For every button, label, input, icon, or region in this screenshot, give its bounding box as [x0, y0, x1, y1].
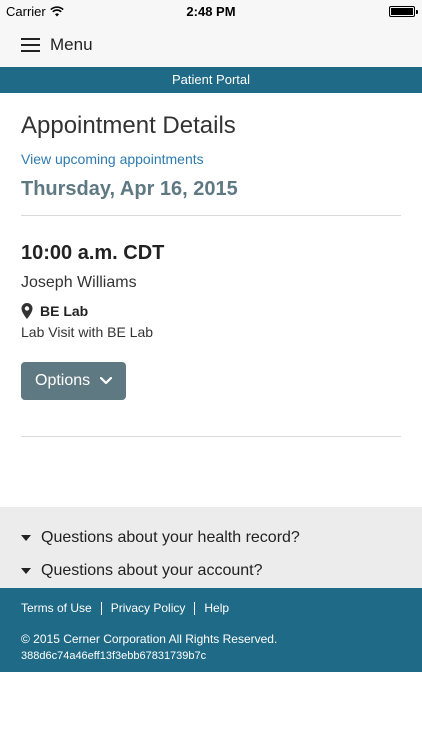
nav-bar: Menu [0, 22, 422, 67]
chevron-down-icon [100, 377, 113, 385]
main-content: Appointment Details View upcoming appoin… [0, 112, 422, 437]
map-pin-icon [21, 303, 33, 319]
options-button[interactable]: Options [21, 362, 127, 400]
status-bar: Carrier 2:48 PM [0, 0, 422, 22]
faq-section: Questions about your health record? Ques… [0, 507, 422, 588]
link-separator [100, 601, 102, 615]
portal-banner: Patient Portal [0, 67, 422, 93]
appointment-time: 10:00 a.m. CDT [21, 242, 165, 264]
build-id: 388d6c74a46eff13f3ebb67831739b7c [21, 650, 207, 662]
view-upcoming-appointments-link[interactable]: View upcoming appointments [21, 151, 401, 167]
visit-type: Lab Visit with BE Lab [21, 324, 154, 340]
copyright-text: © 2015 Cerner Corporation All Rights Res… [21, 632, 278, 646]
faq-label: Questions about your health record? [41, 528, 300, 546]
caret-down-icon [21, 567, 31, 574]
status-time: 2:48 PM [186, 4, 236, 19]
battery-icon [389, 6, 418, 17]
faq-label: Questions about your account? [41, 561, 263, 579]
terms-of-use-link[interactable]: Terms of Use [21, 601, 92, 615]
provider-name: Joseph Williams [21, 274, 137, 291]
options-label: Options [35, 372, 91, 389]
location-name: BE Lab [40, 303, 89, 319]
hamburger-menu-icon[interactable] [21, 37, 40, 52]
faq-health-record[interactable]: Questions about your health record? [0, 521, 422, 554]
footer-links: Terms of Use Privacy Policy Help [21, 601, 401, 615]
footer: Terms of Use Privacy Policy Help © 2015 … [0, 588, 422, 672]
divider [21, 215, 401, 216]
appointment-date: Thursday, Apr 16, 2015 [21, 178, 238, 200]
menu-button[interactable]: Menu [50, 35, 93, 55]
link-separator [194, 601, 196, 615]
help-link[interactable]: Help [204, 601, 229, 615]
faq-account[interactable]: Questions about your account? [0, 554, 422, 587]
divider [21, 436, 401, 437]
caret-down-icon [21, 534, 31, 541]
privacy-policy-link[interactable]: Privacy Policy [111, 601, 186, 615]
location-row: BE Lab [21, 303, 401, 319]
page-title: Appointment Details [21, 112, 236, 139]
